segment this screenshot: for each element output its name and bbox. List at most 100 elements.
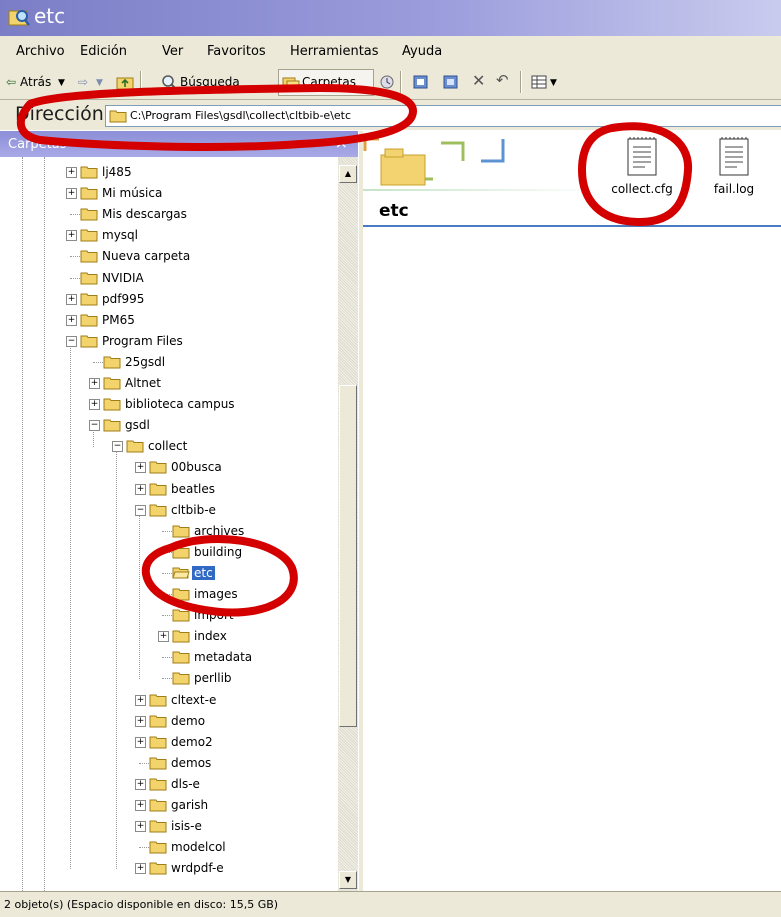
tree-scrollbar[interactable]: ▲ ▼ [338,157,358,891]
menu-favoritos[interactable]: Favoritos [207,44,266,59]
menu-ver[interactable]: Ver [162,44,183,59]
expand-toggle-icon[interactable]: + [135,800,146,811]
scroll-up-button[interactable]: ▲ [339,165,357,183]
expand-toggle-icon[interactable]: + [89,399,100,411]
file-item-fail-log[interactable]: fail.log [694,135,774,196]
expand-toggle-icon[interactable]: + [66,188,77,200]
expand-toggle-icon[interactable]: + [135,694,146,706]
tree-item[interactable]: archives [158,522,300,542]
tree-item[interactable]: NVIDIA [66,269,300,289]
folder-icon [80,334,98,348]
move-to-icon[interactable] [412,73,430,91]
folder-icon [149,693,167,707]
text-file-icon [627,137,657,176]
tree-item[interactable]: Mis descargas [66,205,300,225]
expand-toggle-icon[interactable]: − [89,420,100,432]
tree-item[interactable]: + dls-e [135,775,300,795]
close-icon[interactable]: × [335,133,348,152]
tree-item[interactable]: + wrdpdf-e [135,859,300,879]
tree-item[interactable]: + demo [135,712,300,732]
tree-item-label: building [194,544,243,559]
tree-item[interactable]: + pdf995 [66,290,300,310]
address-label: Dirección [15,103,104,125]
expand-toggle-icon[interactable]: + [135,821,146,833]
undo-icon[interactable]: ↶ [496,71,509,89]
tree-item-label: 00busca [171,460,222,475]
expand-toggle-icon[interactable]: + [158,631,169,643]
tree-item-label: import [194,608,234,623]
folder-icon [103,376,121,390]
back-arrow-icon[interactable]: ⇦ [6,75,16,89]
expand-toggle-icon[interactable]: + [135,715,146,727]
tree-item[interactable]: + garish [135,796,300,816]
expand-toggle-icon[interactable]: + [66,293,77,305]
tree-item[interactable]: + beatles [135,480,300,500]
scroll-thumb[interactable] [339,385,357,727]
tree-item[interactable]: + demo2 [135,733,300,753]
menu-ayuda[interactable]: Ayuda [402,44,442,59]
folders-button[interactable]: Carpetas [302,75,356,89]
tree-item[interactable]: − collect [112,437,300,457]
expand-toggle-icon[interactable]: + [135,778,146,790]
search-button[interactable]: Búsqueda [180,75,240,89]
tree-item[interactable]: building [158,543,300,563]
menu-herramientas[interactable]: Herramientas [290,44,379,59]
menu-archivo[interactable]: Archivo [16,44,65,59]
tree-item[interactable]: demos [135,754,300,774]
tree-item[interactable]: + index [158,627,300,647]
tree-item[interactable]: modelcol [135,838,300,858]
expand-toggle-icon[interactable]: + [66,230,77,242]
history-icon[interactable] [378,73,396,91]
views-dropdown-icon[interactable]: ▼ [550,78,557,88]
tree-item[interactable]: + isis-e [135,817,300,837]
expand-toggle-icon[interactable]: + [66,314,77,326]
expand-toggle-icon[interactable]: − [66,335,77,347]
expand-toggle-icon[interactable]: + [135,483,146,495]
forward-arrow-icon[interactable]: ⇨ [78,75,88,89]
expand-toggle-icon[interactable]: + [135,462,146,474]
tree-item[interactable]: + Altnet [89,374,300,394]
scroll-down-button[interactable]: ▼ [339,871,357,889]
tree-item[interactable]: metadata [158,648,300,668]
folders-icon[interactable] [282,73,300,91]
expand-toggle-icon[interactable]: + [89,378,100,389]
tree-item[interactable]: + lj485 [66,163,300,183]
tree-item[interactable]: 25gsdl [89,353,300,373]
expand-toggle-icon[interactable]: − [112,441,123,453]
menu-edicion[interactable]: Edición [80,44,127,59]
forward-dropdown-icon[interactable]: ▼ [96,78,103,88]
expand-toggle-icon[interactable]: + [66,167,77,178]
tree-item[interactable]: Nueva carpeta [66,247,300,267]
tree-item[interactable]: − Program Files [66,332,300,352]
folder-icon [103,418,121,432]
tree-item[interactable]: + mysql [66,226,300,246]
expand-toggle-icon[interactable]: + [135,736,146,748]
tree-item[interactable]: − gsdl [89,416,300,436]
file-item-collect-cfg[interactable]: collect.cfg [602,135,682,196]
tree-item[interactable]: + PM65 [66,311,300,331]
window-title: etc [34,4,66,28]
expand-toggle-icon[interactable]: − [135,504,146,516]
title-bar[interactable]: etc [0,0,781,36]
tree-item[interactable]: + biblioteca campus [89,395,300,415]
delete-icon[interactable]: ✕ [472,71,485,90]
search-icon[interactable] [160,73,178,91]
tree-item[interactable]: +00busca [135,458,300,478]
folder-icon [172,524,190,538]
up-folder-icon[interactable] [116,73,134,91]
folder-icon [172,545,190,559]
back-button[interactable]: Atrás [20,75,51,89]
tree-item[interactable]: + cltext-e [135,691,300,711]
tree-item[interactable]: + Mi música [66,184,300,204]
expand-toggle-icon[interactable]: + [135,863,146,875]
back-dropdown-icon[interactable]: ▼ [58,78,65,88]
tree-item[interactable]: − cltbib-e [135,501,300,521]
views-icon[interactable] [530,73,548,91]
folder-icon [149,756,167,770]
tree-item[interactable]: images [158,585,300,605]
tree-item[interactable]: import [158,606,300,626]
copy-to-icon[interactable] [442,73,460,91]
tree-item[interactable]: perllib [158,669,300,689]
tree-item[interactable]: etc [158,564,300,584]
address-input[interactable]: C:\Program Files\gsdl\collect\cltbib-e\e… [105,105,781,127]
